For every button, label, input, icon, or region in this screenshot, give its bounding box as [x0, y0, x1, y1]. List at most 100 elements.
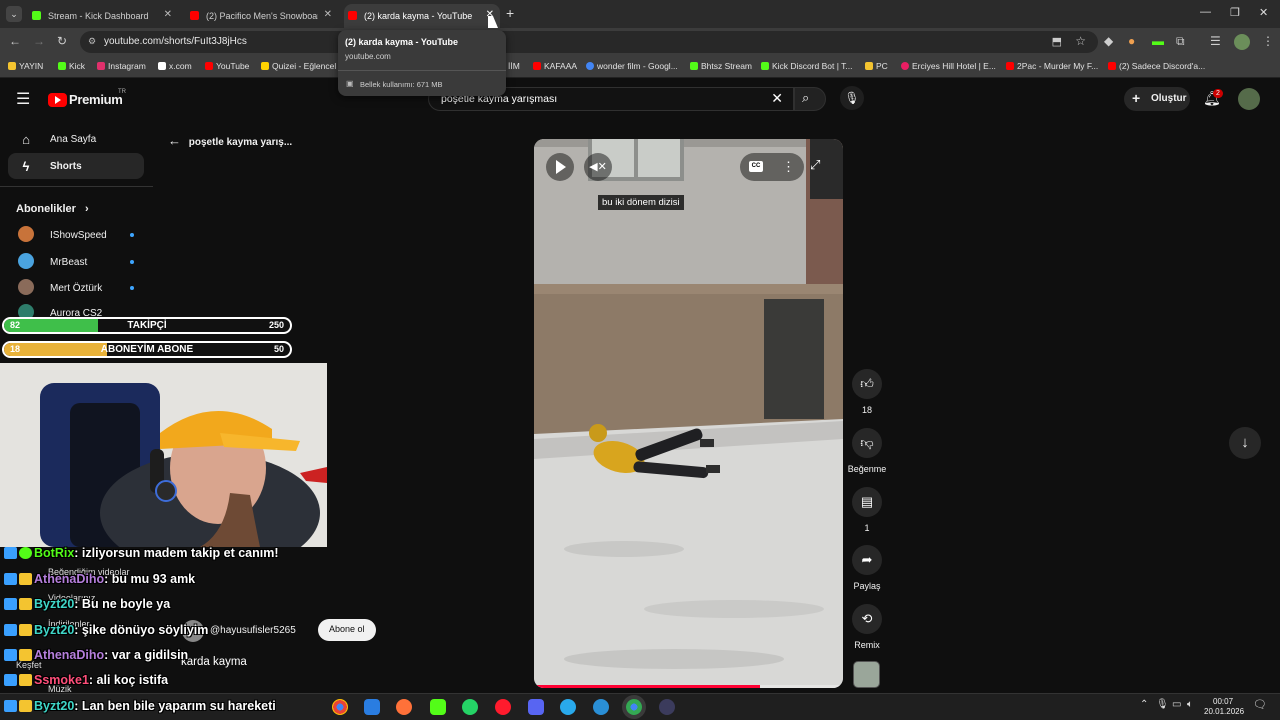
notification-center-icon[interactable]: 🗨︎ — [1253, 698, 1267, 711]
network-icon[interactable]: ▭ — [1172, 699, 1181, 710]
home-icon: ⌂ — [22, 131, 30, 147]
youtube-icon — [348, 11, 357, 20]
youtube-logo-icon[interactable] — [48, 93, 67, 107]
dislike-label: Beğenme — [847, 464, 887, 474]
bookmark-item[interactable]: Kick — [58, 61, 85, 71]
close-tab-icon[interactable]: ✕ — [324, 9, 332, 20]
avatar — [16, 225, 36, 245]
close-window-icon[interactable]: ✕ — [1259, 6, 1268, 19]
shorts-icon: ϟ — [22, 158, 30, 174]
sidebar-item-home[interactable]: ⌂ Ana Sayfa — [8, 126, 144, 152]
captions-icon[interactable]: CC — [749, 161, 763, 172]
subscriptions-heading[interactable]: Abonelikler › — [16, 203, 89, 215]
bookmark-item[interactable]: Instagram — [97, 61, 146, 71]
sidebar-subscription-ishowspeed[interactable]: IShowSpeed — [8, 222, 144, 248]
menu-kebab-icon[interactable]: ⋮ — [1262, 34, 1274, 48]
share-button[interactable]: ➦ Paylaş — [846, 545, 888, 591]
new-content-dot — [130, 286, 134, 290]
chrome-active-taskbar-icon[interactable] — [626, 699, 642, 715]
install-icon[interactable]: ⬒ — [1052, 35, 1062, 48]
bookmark-item[interactable]: Erciyes Hill Hotel | E... — [901, 61, 996, 71]
arrow-down-icon: ↓ — [1241, 434, 1249, 451]
volume-icon[interactable]: 🔈︎ — [1187, 699, 1193, 710]
bookmark-item[interactable]: x.com — [158, 61, 192, 71]
obs-taskbar-icon[interactable] — [659, 699, 675, 715]
play-button[interactable] — [546, 153, 574, 181]
discord-taskbar-icon[interactable] — [528, 699, 544, 715]
minimize-icon[interactable]: — — [1200, 6, 1211, 18]
bookmark-item[interactable]: wonder film - Googl... — [586, 61, 678, 71]
video-progress-track[interactable] — [534, 685, 843, 688]
clock-date[interactable]: 20.01.2026 — [1204, 707, 1244, 716]
more-options-icon[interactable]: ⋮ — [782, 159, 795, 175]
site-info-icon[interactable]: ⚙ — [88, 36, 96, 47]
account-avatar[interactable] — [1238, 88, 1260, 110]
tab-list-icon[interactable]: ☰ — [1210, 34, 1221, 48]
followers-label: TAKİPÇİ — [127, 320, 167, 331]
bookmark-item[interactable]: Kick Discord Bot | T... — [761, 61, 852, 71]
clear-search-icon[interactable]: ✕ — [771, 90, 783, 107]
mail-taskbar-icon[interactable] — [364, 699, 380, 715]
bookmark-item[interactable]: YAYIN — [8, 61, 43, 71]
sound-thumbnail[interactable] — [853, 661, 880, 688]
next-short-button[interactable]: ↓ — [1229, 427, 1261, 459]
youtube-icon — [205, 62, 213, 70]
bookmark-item[interactable]: PC — [865, 61, 888, 71]
profile-avatar[interactable] — [1234, 34, 1250, 50]
extension-icon[interactable]: ◆ — [1104, 34, 1113, 48]
bookmark-item[interactable]: 2Pac - Murder My F... — [1006, 61, 1098, 71]
vip-badge-icon — [19, 674, 32, 686]
restore-icon[interactable]: ❐ — [1230, 6, 1240, 19]
firefox-taskbar-icon[interactable] — [396, 699, 412, 715]
voice-search-icon[interactable]: 🎙 — [840, 86, 864, 110]
reload-icon[interactable]: ↻ — [57, 34, 67, 48]
opera-taskbar-icon[interactable] — [495, 699, 511, 715]
app-taskbar-icon[interactable] — [593, 699, 609, 715]
sidebar-subscription-mrbeast[interactable]: MrBeast — [8, 249, 144, 275]
channel-handle[interactable]: @hayusufisler5265 — [210, 625, 296, 636]
bookmark-item[interactable]: (2) Sadece Discord'a... — [1108, 61, 1205, 71]
chat-message: AthenaDiho: var a gidilsin — [4, 648, 188, 662]
new-tab-icon[interactable]: + — [506, 5, 514, 21]
browser-tab-karda-kayma[interactable]: (2) karda kayma - YouTube ✕ — [344, 4, 500, 28]
mute-button[interactable]: ◀✕ — [584, 153, 612, 181]
clock-time[interactable]: 00:07 — [1213, 697, 1233, 706]
close-tab-icon[interactable]: ✕ — [164, 9, 172, 20]
telegram-taskbar-icon[interactable] — [560, 699, 576, 715]
tab-search-icon[interactable]: ⌄ — [6, 6, 22, 22]
bookmark-item[interactable]: YouTube — [205, 61, 249, 71]
whatsapp-taskbar-icon[interactable] — [462, 699, 478, 715]
extension-icon[interactable]: ▬ — [1152, 34, 1164, 48]
bookmark-item[interactable]: KAFAAA — [533, 61, 577, 71]
shorts-back-link[interactable]: ← poşetle kayma yarış... — [168, 133, 292, 148]
address-bar[interactable]: ⚙ youtube.com/shorts/FuIt3J8jHcs ⬒ ☆ — [80, 31, 1098, 53]
hamburger-menu-icon[interactable]: ☰ — [16, 89, 30, 109]
tab-title: Stream - Kick Dashboard — [48, 11, 149, 21]
short-video-player[interactable]: ◀✕ CC ⋮ ⤢ bu iki dönem dizisi — [534, 139, 843, 688]
back-icon[interactable]: ← — [9, 34, 21, 48]
search-button[interactable] — [794, 87, 826, 111]
tray-chevron-icon[interactable]: ⌃ — [1140, 699, 1148, 710]
bookmark-item[interactable]: İİM — [508, 61, 520, 71]
bookmark-star-icon[interactable]: ☆ — [1075, 34, 1086, 48]
remix-button[interactable]: ⟲ Remix — [846, 604, 888, 650]
streaming-app-taskbar-icon[interactable] — [430, 699, 446, 715]
extensions-puzzle-icon[interactable]: ⧉ — [1176, 34, 1185, 49]
sidebar-item-shorts[interactable]: ϟ Shorts — [8, 153, 144, 179]
dislike-button[interactable]: 👎︎ Beğenme — [846, 428, 888, 474]
subscribe-button[interactable]: Abone ol — [318, 619, 376, 641]
browser-tab-snowboard[interactable]: (2) Pacifico Men's Snowboard ( ✕ — [186, 4, 338, 28]
extension-icon[interactable]: ● — [1128, 34, 1135, 48]
like-button[interactable]: 👍︎ 18 — [850, 369, 884, 415]
fullscreen-icon[interactable]: ⤢ — [810, 157, 820, 173]
sidebar-subscription-mert-ozturk[interactable]: Mert Öztürk — [8, 275, 144, 301]
create-button[interactable]: + Oluştur — [1124, 87, 1190, 111]
bookmark-item[interactable]: Quizei - Eğlencel — [261, 61, 336, 71]
microphone-icon[interactable]: 🎙 — [1156, 699, 1169, 710]
forward-icon[interactable]: → — [33, 34, 45, 48]
comments-button[interactable]: ▤ 1 — [850, 487, 884, 533]
browser-tab-kick[interactable]: Stream - Kick Dashboard ✕ — [28, 4, 178, 28]
bookmark-item[interactable]: Bhtsz Stream — [690, 61, 752, 71]
mouse-cursor-icon — [488, 16, 498, 28]
chrome-taskbar-icon[interactable] — [332, 699, 348, 715]
